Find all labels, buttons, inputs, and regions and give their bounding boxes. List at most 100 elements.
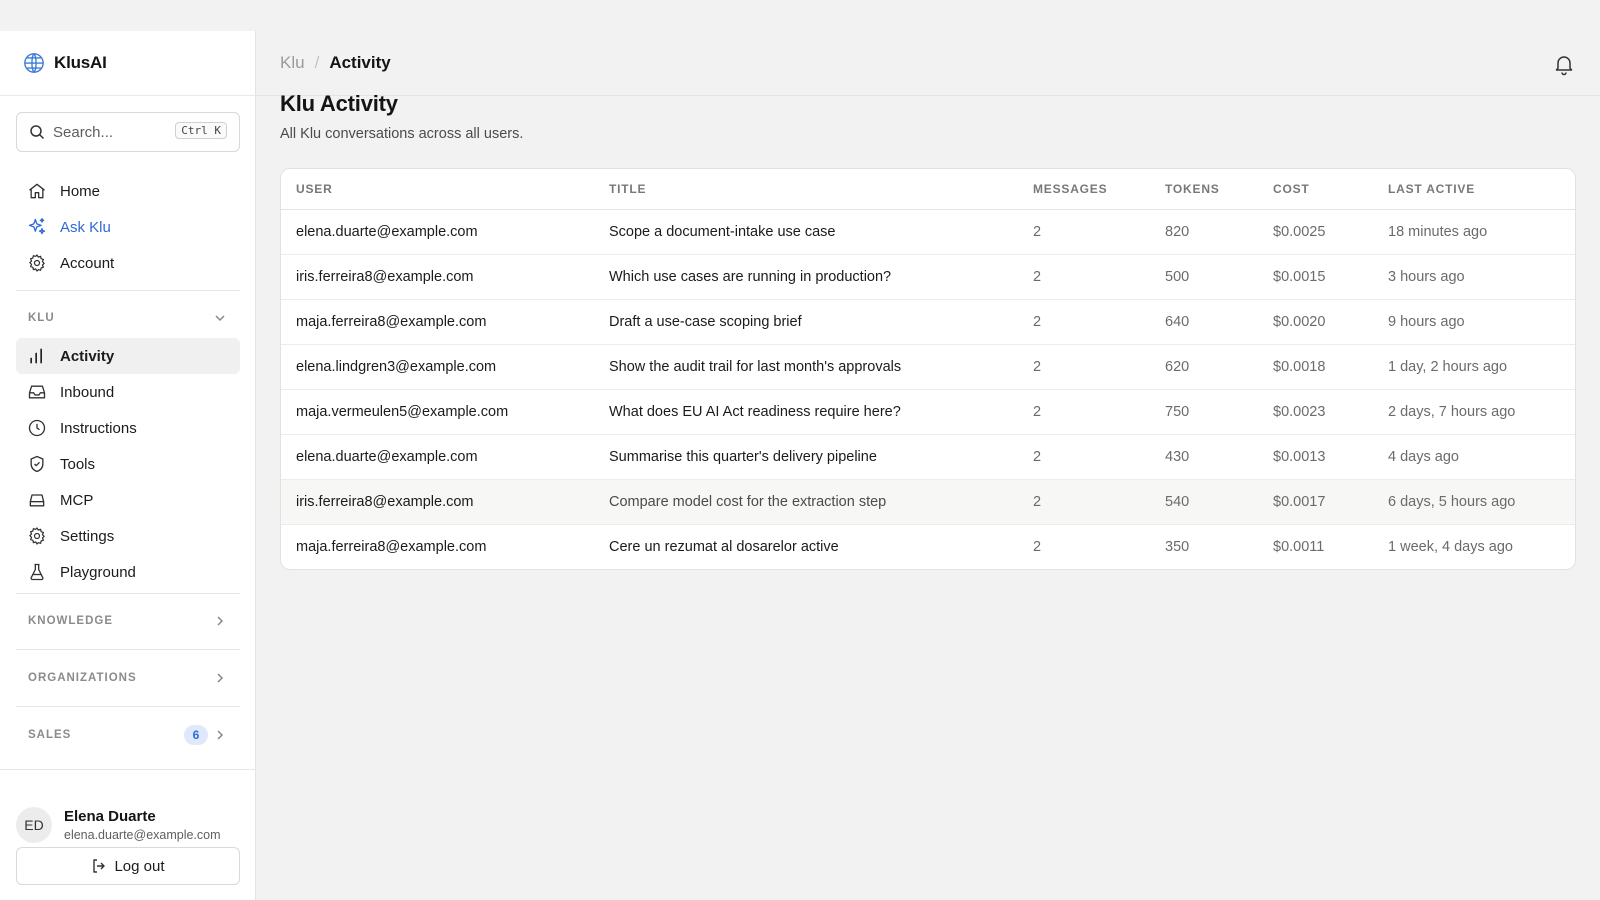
nav-item-account[interactable]: Account xyxy=(16,245,240,281)
column-header-title[interactable]: TITLE xyxy=(594,169,1018,210)
page-title: Klu Activity xyxy=(280,91,398,116)
cell-messages: 2 xyxy=(1018,254,1150,300)
cell-tokens: 820 xyxy=(1150,209,1258,255)
nav-item-label: Account xyxy=(60,254,115,272)
divider xyxy=(16,593,240,594)
column-header-messages[interactable]: MESSAGES xyxy=(1018,169,1150,210)
logout-label: Log out xyxy=(114,857,165,875)
bell-icon[interactable] xyxy=(1552,52,1576,76)
section-knowledge-header[interactable]: KNOWLEDGE xyxy=(16,609,240,633)
nav-item-label: Ask Klu xyxy=(60,218,111,236)
table-row[interactable]: maja.ferreira8@example.com Cere un rezum… xyxy=(281,524,1575,569)
cell-title: Scope a document-intake use case xyxy=(594,209,1018,255)
nav-item-label: Home xyxy=(60,182,101,200)
cell-messages: 2 xyxy=(1018,479,1150,525)
user-email: elena.duarte@example.com xyxy=(64,828,221,842)
cell-messages: 2 xyxy=(1018,209,1150,255)
nav-item-settings[interactable]: Settings xyxy=(16,518,240,554)
cell-tokens: 350 xyxy=(1165,538,1190,555)
table-row[interactable]: elena.duarte@example.com Scope a documen… xyxy=(281,209,1575,255)
cell-tokens: 750 xyxy=(1150,389,1258,435)
page-subtitle: All Klu conversations across all users. xyxy=(280,126,524,142)
logout-button[interactable]: Log out xyxy=(16,847,240,885)
cell-cost: $0.0017 xyxy=(1258,479,1373,525)
section-organizations-header[interactable]: ORGANIZATIONS xyxy=(16,666,240,690)
drive-icon xyxy=(27,490,47,510)
search-icon xyxy=(29,124,45,140)
main-content: Klu / Activity Klu Activity All Klu conv… xyxy=(256,31,1600,900)
cell-user: elena.lindgren3@example.com xyxy=(281,344,594,390)
breadcrumb: Klu / Activity xyxy=(280,53,391,73)
sales-count-badge: 6 xyxy=(184,725,208,745)
table-row[interactable]: elena.duarte@example.com Summarise this … xyxy=(281,434,1575,480)
chevron-right-icon xyxy=(212,670,228,686)
nav-item-playground[interactable]: Playground xyxy=(16,554,240,590)
nav-item-activity[interactable]: Activity xyxy=(16,338,240,374)
table-row[interactable]: iris.ferreira8@example.com Which use cas… xyxy=(281,254,1575,300)
nav-item-label: Tools xyxy=(60,455,96,473)
nav-item-tools[interactable]: Tools xyxy=(16,446,240,482)
cell-cost: $0.0023 xyxy=(1258,389,1373,435)
search-box[interactable]: Ctrl K xyxy=(16,112,240,152)
cell-last-active: 3 hours ago xyxy=(1373,254,1575,300)
cell-tokens: 620 xyxy=(1150,344,1258,390)
inbox-icon xyxy=(27,382,47,402)
chevron-right-icon xyxy=(212,727,228,743)
nav-item-instructions[interactable]: Instructions xyxy=(16,410,240,446)
column-header-user[interactable]: USER xyxy=(281,169,594,210)
cell-user: elena.duarte@example.com xyxy=(281,209,594,255)
section-sales-header[interactable]: SALES 6 xyxy=(16,723,240,747)
globe-logo-icon xyxy=(23,52,45,74)
search-input[interactable] xyxy=(53,123,163,141)
current-user[interactable]: ED Elena Duarte elena.duarte@example.com xyxy=(16,802,240,848)
column-header-tokens[interactable]: TOKENS xyxy=(1150,169,1258,210)
cell-title: Draft a use-case scoping brief xyxy=(594,299,1018,345)
breadcrumb-parent[interactable]: Klu xyxy=(280,53,305,73)
table-row[interactable]: iris.ferreira8@example.com Compare model… xyxy=(281,479,1575,525)
cell-title: Summarise this quarter's delivery pipeli… xyxy=(594,434,1018,480)
cell-cost: $0.0015 xyxy=(1258,254,1373,300)
gear-icon xyxy=(27,253,47,273)
cell-user: elena.duarte@example.com xyxy=(281,434,594,480)
cell-cost: $0.0011 xyxy=(1273,538,1325,555)
table-row[interactable]: maja.vermeulen5@example.com What does EU… xyxy=(281,389,1575,435)
section-label: KNOWLEDGE xyxy=(28,615,114,627)
nav-item-label: Instructions xyxy=(60,419,137,437)
nav-item-label: Inbound xyxy=(60,383,115,401)
breadcrumb-separator: / xyxy=(314,53,320,72)
avatar: ED xyxy=(16,807,52,843)
nav-item-inbound[interactable]: Inbound xyxy=(16,374,240,410)
divider xyxy=(16,649,240,650)
table-row[interactable]: elena.lindgren3@example.com Show the aud… xyxy=(281,344,1575,390)
cell-user: maja.vermeulen5@example.com xyxy=(281,389,594,435)
section-label: KLU xyxy=(28,312,55,324)
cell-user: iris.ferreira8@example.com xyxy=(281,254,594,300)
nav-item-home[interactable]: Home xyxy=(16,173,240,209)
flask-icon xyxy=(27,562,47,582)
cell-last-active: 2 days, 7 hours ago xyxy=(1373,389,1575,435)
nav-item-label: MCP xyxy=(60,491,94,509)
cell-title: What does EU AI Act readiness require he… xyxy=(594,389,1018,435)
chevron-right-icon xyxy=(212,613,228,629)
section-klu-header[interactable]: KLU xyxy=(16,306,240,330)
gear-icon xyxy=(27,526,47,546)
section-label: SALES xyxy=(28,729,72,741)
shield-icon xyxy=(27,454,47,474)
brand[interactable]: KlusAI xyxy=(0,31,255,96)
column-header-cost[interactable]: COST xyxy=(1258,169,1373,210)
table-row[interactable]: maja.ferreira8@example.com Draft a use-c… xyxy=(281,299,1575,345)
nav-item-label: Activity xyxy=(60,347,115,365)
cell-messages: 2 xyxy=(1033,538,1042,555)
cell-title: Compare model cost for the extraction st… xyxy=(594,479,1018,525)
user-info: Elena Duarte elena.duarte@example.com xyxy=(64,808,221,842)
nav-item-ask-klu[interactable]: Ask Klu xyxy=(16,209,240,245)
activity-table: USER TITLE MESSAGES TOKENS COST LAST ACT… xyxy=(280,168,1576,570)
column-header-last-active[interactable]: LAST ACTIVE xyxy=(1373,169,1575,210)
chevron-down-icon xyxy=(212,310,228,326)
cell-last-active: 6 days, 5 hours ago xyxy=(1373,479,1575,525)
user-name: Elena Duarte xyxy=(64,808,156,825)
nav-item-mcp[interactable]: MCP xyxy=(16,482,240,518)
nav-item-label: Playground xyxy=(60,563,136,581)
cell-messages: 2 xyxy=(1018,344,1150,390)
brand-name: KlusAI xyxy=(54,53,107,72)
